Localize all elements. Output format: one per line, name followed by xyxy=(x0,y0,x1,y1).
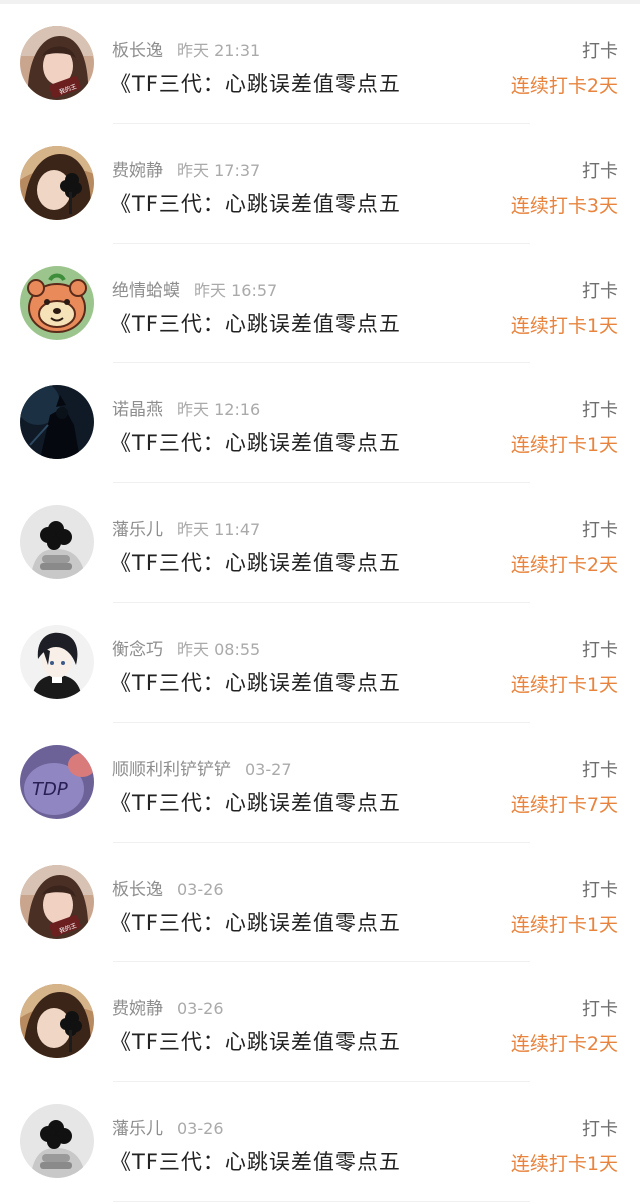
checkin-label: 打卡 xyxy=(582,400,618,422)
streak-count: 连续打卡2天 xyxy=(510,554,618,577)
checkin-label: 打卡 xyxy=(582,639,618,661)
avatar[interactable] xyxy=(20,26,94,100)
timestamp: 03-27 xyxy=(245,759,292,779)
timestamp: 03-26 xyxy=(177,879,224,899)
user-meta: 顺顺利利铲铲铲 03-27 xyxy=(112,755,292,780)
book-title[interactable]: 《TF三代：心跳误差值零点五 xyxy=(110,1146,401,1176)
user-meta: 衡念巧 昨天 08:55 xyxy=(112,635,260,660)
avatar[interactable] xyxy=(20,625,94,699)
username[interactable]: 藩乐儿 xyxy=(112,1119,163,1139)
list-item[interactable]: 藩乐儿 昨天 11:47 《TF三代：心跳误差值零点五 打卡 连续打卡2天 xyxy=(0,483,640,603)
timestamp: 昨天 16:57 xyxy=(194,280,278,300)
user-meta: 藩乐儿 昨天 11:47 xyxy=(112,515,260,540)
book-title[interactable]: 《TF三代：心跳误差值零点五 xyxy=(110,308,401,338)
timestamp: 03-26 xyxy=(177,999,224,1019)
list-item[interactable]: 藩乐儿 03-26 《TF三代：心跳误差值零点五 打卡 连续打卡1天 xyxy=(0,1082,640,1202)
list-item[interactable]: 绝情蛤蟆 昨天 16:57 《TF三代：心跳误差值零点五 打卡 连续打卡1天 xyxy=(0,244,640,364)
streak-count: 连续打卡1天 xyxy=(510,913,618,936)
streak-count: 连续打卡1天 xyxy=(510,1153,618,1176)
user-meta: 诺晶燕 昨天 12:16 xyxy=(112,395,260,420)
avatar[interactable] xyxy=(20,984,94,1058)
user-meta: 费婉静 03-26 xyxy=(112,994,224,1019)
book-title[interactable]: 《TF三代：心跳误差值零点五 xyxy=(110,68,401,98)
book-title[interactable]: 《TF三代：心跳误差值零点五 xyxy=(110,787,401,817)
list-item[interactable]: 衡念巧 昨天 08:55 《TF三代：心跳误差值零点五 打卡 连续打卡1天 xyxy=(0,603,640,723)
checkin-label: 打卡 xyxy=(582,41,618,62)
avatar[interactable] xyxy=(20,1104,94,1178)
checkin-label: 打卡 xyxy=(582,879,618,901)
book-title[interactable]: 《TF三代：心跳误差值零点五 xyxy=(110,1026,401,1056)
username[interactable]: 诺晶燕 xyxy=(112,400,163,420)
avatar[interactable] xyxy=(20,146,94,220)
list-item[interactable]: 费婉静 03-26 《TF三代：心跳误差值零点五 打卡 连续打卡2天 xyxy=(0,962,640,1082)
timestamp: 昨天 12:16 xyxy=(177,400,261,420)
list-item[interactable]: 顺顺利利铲铲铲 03-27 《TF三代：心跳误差值零点五 打卡 连续打卡7天 xyxy=(0,723,640,843)
list-item[interactable]: 板长逸 昨天 21:31 《TF三代：心跳误差值零点五 打卡 连续打卡2天 xyxy=(0,4,640,124)
checkin-label: 打卡 xyxy=(582,280,618,302)
timestamp: 昨天 21:31 xyxy=(177,41,261,60)
username[interactable]: 板长逸 xyxy=(112,41,163,61)
checkin-label: 打卡 xyxy=(582,160,618,182)
streak-count: 连续打卡2天 xyxy=(510,75,618,97)
timestamp: 昨天 08:55 xyxy=(177,639,261,659)
streak-count: 连续打卡2天 xyxy=(510,1033,618,1056)
checkin-label: 打卡 xyxy=(582,759,618,781)
username[interactable]: 顺顺利利铲铲铲 xyxy=(112,760,231,780)
username[interactable]: 藩乐儿 xyxy=(112,520,163,540)
timestamp: 昨天 17:37 xyxy=(177,160,261,180)
timestamp: 03-26 xyxy=(177,1119,224,1139)
book-title[interactable]: 《TF三代：心跳误差值零点五 xyxy=(110,188,401,218)
streak-count: 连续打卡7天 xyxy=(510,793,618,816)
user-meta: 绝情蛤蟆 昨天 16:57 xyxy=(112,276,277,301)
user-meta: 板长逸 03-26 xyxy=(112,875,224,900)
avatar[interactable] xyxy=(20,266,94,340)
streak-count: 连续打卡1天 xyxy=(510,673,618,696)
book-title[interactable]: 《TF三代：心跳误差值零点五 xyxy=(110,907,401,937)
book-title[interactable]: 《TF三代：心跳误差值零点五 xyxy=(110,427,401,457)
avatar[interactable] xyxy=(20,865,94,939)
book-title[interactable]: 《TF三代：心跳误差值零点五 xyxy=(110,547,401,577)
streak-count: 连续打卡1天 xyxy=(510,314,618,337)
list-item[interactable]: 诺晶燕 昨天 12:16 《TF三代：心跳误差值零点五 打卡 连续打卡1天 xyxy=(0,363,640,483)
avatar[interactable] xyxy=(20,385,94,459)
book-title[interactable]: 《TF三代：心跳误差值零点五 xyxy=(110,667,401,697)
streak-count: 连续打卡3天 xyxy=(510,194,618,217)
username[interactable]: 板长逸 xyxy=(112,880,163,900)
user-meta: 费婉静 昨天 17:37 xyxy=(112,156,260,181)
streak-count: 连续打卡1天 xyxy=(510,434,618,457)
checkin-label: 打卡 xyxy=(582,520,618,542)
avatar[interactable] xyxy=(20,745,94,819)
username[interactable]: 绝情蛤蟆 xyxy=(112,281,180,301)
user-meta: 板长逸 昨天 21:31 xyxy=(112,36,260,61)
username[interactable]: 费婉静 xyxy=(112,161,163,181)
timestamp: 昨天 11:47 xyxy=(177,520,261,540)
list-item[interactable]: 板长逸 03-26 《TF三代：心跳误差值零点五 打卡 连续打卡1天 xyxy=(0,843,640,963)
checkin-feed: 板长逸 昨天 21:31 《TF三代：心跳误差值零点五 打卡 连续打卡2天 费婉静… xyxy=(0,4,640,1202)
username[interactable]: 费婉静 xyxy=(112,999,163,1019)
checkin-label: 打卡 xyxy=(582,999,618,1021)
username[interactable]: 衡念巧 xyxy=(112,640,163,660)
avatar[interactable] xyxy=(20,505,94,579)
checkin-label: 打卡 xyxy=(582,1119,618,1141)
list-item[interactable]: 费婉静 昨天 17:37 《TF三代：心跳误差值零点五 打卡 连续打卡3天 xyxy=(0,124,640,244)
user-meta: 藩乐儿 03-26 xyxy=(112,1114,224,1139)
